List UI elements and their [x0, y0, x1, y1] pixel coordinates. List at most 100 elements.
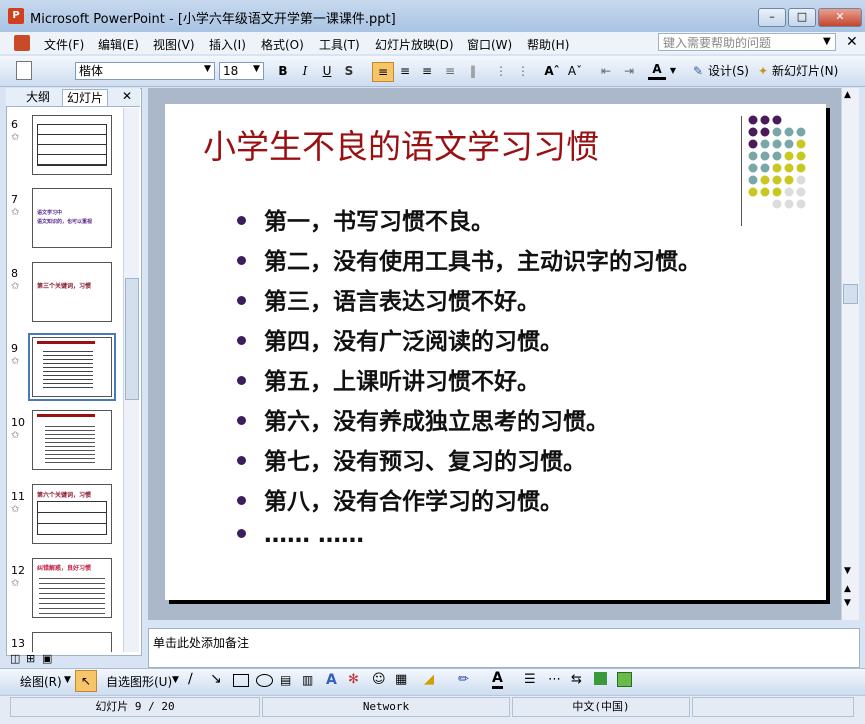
autoshapes-menu[interactable]: 自选图形(U) [106, 673, 172, 690]
decrease-font-icon[interactable]: Aˇ [566, 62, 584, 80]
minimize-button[interactable]: – [758, 8, 786, 27]
scroll-up-icon[interactable]: ▲ [844, 90, 851, 100]
menu-edit[interactable]: 编辑(E) [98, 36, 139, 53]
justify-icon[interactable]: ≡ [441, 62, 459, 80]
align-left-icon[interactable]: ≡ [372, 62, 394, 82]
scroll-thumb[interactable] [843, 284, 858, 304]
slide-thumbnail-9[interactable] [28, 333, 116, 401]
bullet-item[interactable]: 第四，没有广泛阅读的习惯。 [237, 322, 563, 356]
tab-outline[interactable]: 大纲 [22, 89, 54, 105]
bullet-item[interactable]: …… …… [237, 522, 364, 548]
bullet-item[interactable]: 第八，没有合作学习的习惯。 [237, 482, 563, 516]
3d-style-icon[interactable] [617, 672, 632, 687]
numbering-icon[interactable]: ⋮ [492, 62, 510, 80]
close-button[interactable]: ✕ [818, 8, 862, 27]
increase-font-icon[interactable]: Aˆ [543, 62, 561, 80]
underline-button[interactable]: U [318, 62, 336, 80]
slideshow-icon[interactable]: ▣ [42, 652, 52, 665]
increase-indent-icon[interactable]: ⇥ [620, 62, 638, 80]
slide-scrollbar[interactable]: ▲ ▼ ▲ ▼ [841, 88, 859, 620]
decrease-indent-icon[interactable]: ⇤ [597, 62, 615, 80]
bullet-item[interactable]: 第七，没有预习、复习的习惯。 [237, 442, 586, 476]
maximize-button[interactable]: □ [788, 8, 816, 27]
italic-button[interactable]: I [296, 62, 314, 80]
chevron-down-icon[interactable]: ▼ [823, 36, 831, 47]
scroll-down-icon[interactable]: ▼ [844, 566, 851, 576]
new-slide-button[interactable]: 新幻灯片(N) [772, 62, 842, 80]
next-slide-icon[interactable]: ▼ [844, 598, 851, 608]
slide-thumbnail-13[interactable] [32, 632, 112, 652]
slide-title[interactable]: 小学生不良的语文学习习惯 [203, 120, 599, 168]
arrow-tool-icon[interactable]: ↘ [210, 671, 222, 687]
slide-thumbnail-10[interactable] [32, 410, 112, 470]
notes-placeholder[interactable]: 单击此处添加备注 [153, 634, 249, 651]
distribute-icon[interactable]: ‖ [464, 62, 482, 80]
textbox-tool-icon[interactable]: ▤ [280, 673, 291, 687]
menu-help[interactable]: 帮助(H) [527, 36, 569, 53]
line-style-icon[interactable]: ☰ [524, 672, 536, 687]
previous-slide-icon[interactable]: ▲ [844, 584, 851, 594]
slide-thumbnail-11[interactable]: 第六个关键词，习惯 [32, 484, 112, 544]
chevron-down-icon[interactable]: ▼ [64, 675, 71, 685]
line-tool-icon[interactable]: ∕ [188, 671, 193, 687]
slide-thumbnail-7[interactable]: 语文学习中 语文知识的，也可以重视 [32, 188, 112, 248]
fill-color-icon[interactable]: ◢ [424, 672, 434, 687]
size-dropdown-icon[interactable]: ▼ [253, 64, 260, 74]
clipart-icon[interactable]: ☺ [372, 672, 386, 687]
menu-format[interactable]: 格式(O) [261, 36, 304, 53]
shadow-button[interactable]: S [340, 62, 358, 80]
draw-menu[interactable]: 绘图(R) [20, 673, 62, 690]
chevron-down-icon[interactable]: ▼ [172, 675, 179, 685]
design-button[interactable]: 设计(S) [708, 62, 750, 80]
menu-view[interactable]: 视图(V) [153, 36, 195, 53]
notes-pane[interactable]: 单击此处添加备注 [148, 628, 860, 668]
select-pointer-icon[interactable]: ↖ [75, 670, 97, 692]
document-icon[interactable] [14, 35, 30, 51]
font-color-icon[interactable]: A [648, 62, 666, 80]
font-select[interactable]: 楷体 [75, 62, 215, 80]
menu-slideshow[interactable]: 幻灯片放映(D) [375, 36, 454, 53]
thumbnail-scrollbar[interactable] [123, 108, 139, 652]
menu-insert[interactable]: 插入(I) [209, 36, 246, 53]
vertical-textbox-icon[interactable]: ▥ [302, 673, 313, 687]
slide-sorter-icon[interactable]: ⊞ [26, 652, 35, 665]
normal-view-icon[interactable]: ◫ [10, 652, 20, 665]
design-icon[interactable]: ✎ [690, 62, 706, 80]
bullets-icon[interactable]: ⋮ [514, 62, 532, 80]
bullet-item[interactable]: 第五，上课听讲习惯不好。 [237, 362, 540, 396]
oval-tool-icon[interactable] [256, 674, 273, 687]
rectangle-tool-icon[interactable] [233, 674, 249, 687]
diagram-icon[interactable]: ✻ [348, 672, 359, 687]
slide-canvas[interactable]: 小学生不良的语文学习习惯 第一，书写习惯不良。 第二，没有使用工具书，主动识字的… [165, 104, 826, 600]
bullet-item[interactable]: 第六，没有养成独立思考的习惯。 [237, 402, 609, 436]
dash-style-icon[interactable]: ⋯ [548, 672, 561, 687]
close-pane-icon[interactable]: ✕ [122, 89, 132, 103]
scroll-thumb[interactable] [125, 278, 139, 400]
arrow-style-icon[interactable]: ⇆ [571, 672, 582, 687]
menu-window[interactable]: 窗口(W) [467, 36, 512, 53]
align-center-icon[interactable]: ≡ [396, 62, 414, 80]
shadow-style-icon[interactable] [594, 672, 607, 685]
align-right-icon[interactable]: ≡ [418, 62, 436, 80]
tab-slides[interactable]: 幻灯片 [62, 89, 109, 106]
line-color-icon[interactable]: ✏ [458, 672, 469, 687]
close-document-icon[interactable]: ✕ [846, 34, 858, 50]
slide-thumbnail-12[interactable]: 纠错解惑，良好习惯 [32, 558, 112, 618]
picture-icon[interactable]: ▦ [395, 672, 407, 687]
slide-thumbnail-8[interactable]: 第三个关键词，习惯 [32, 262, 112, 322]
new-file-icon[interactable] [16, 61, 32, 80]
font-color-icon[interactable]: A [492, 671, 503, 689]
new-slide-icon[interactable]: ✦ [756, 62, 770, 80]
menu-tools[interactable]: 工具(T) [319, 36, 360, 53]
bullet-item[interactable]: 第一，书写习惯不良。 [237, 202, 494, 236]
bullet-item[interactable]: 第三，语言表达习惯不好。 [237, 282, 540, 316]
wordart-icon[interactable]: A [326, 672, 337, 688]
menu-file[interactable]: 文件(F) [44, 36, 84, 53]
font-dropdown-icon[interactable]: ▼ [204, 64, 211, 74]
help-search-input[interactable]: 键入需要帮助的问题 [658, 33, 836, 51]
bold-button[interactable]: B [274, 62, 292, 80]
powerpoint-icon[interactable]: P [8, 8, 24, 24]
font-color-dropdown-icon[interactable]: ▼ [668, 62, 678, 80]
bullet-item[interactable]: 第二，没有使用工具书，主动识字的习惯。 [237, 242, 701, 276]
slide-thumbnail-6[interactable] [32, 115, 112, 175]
